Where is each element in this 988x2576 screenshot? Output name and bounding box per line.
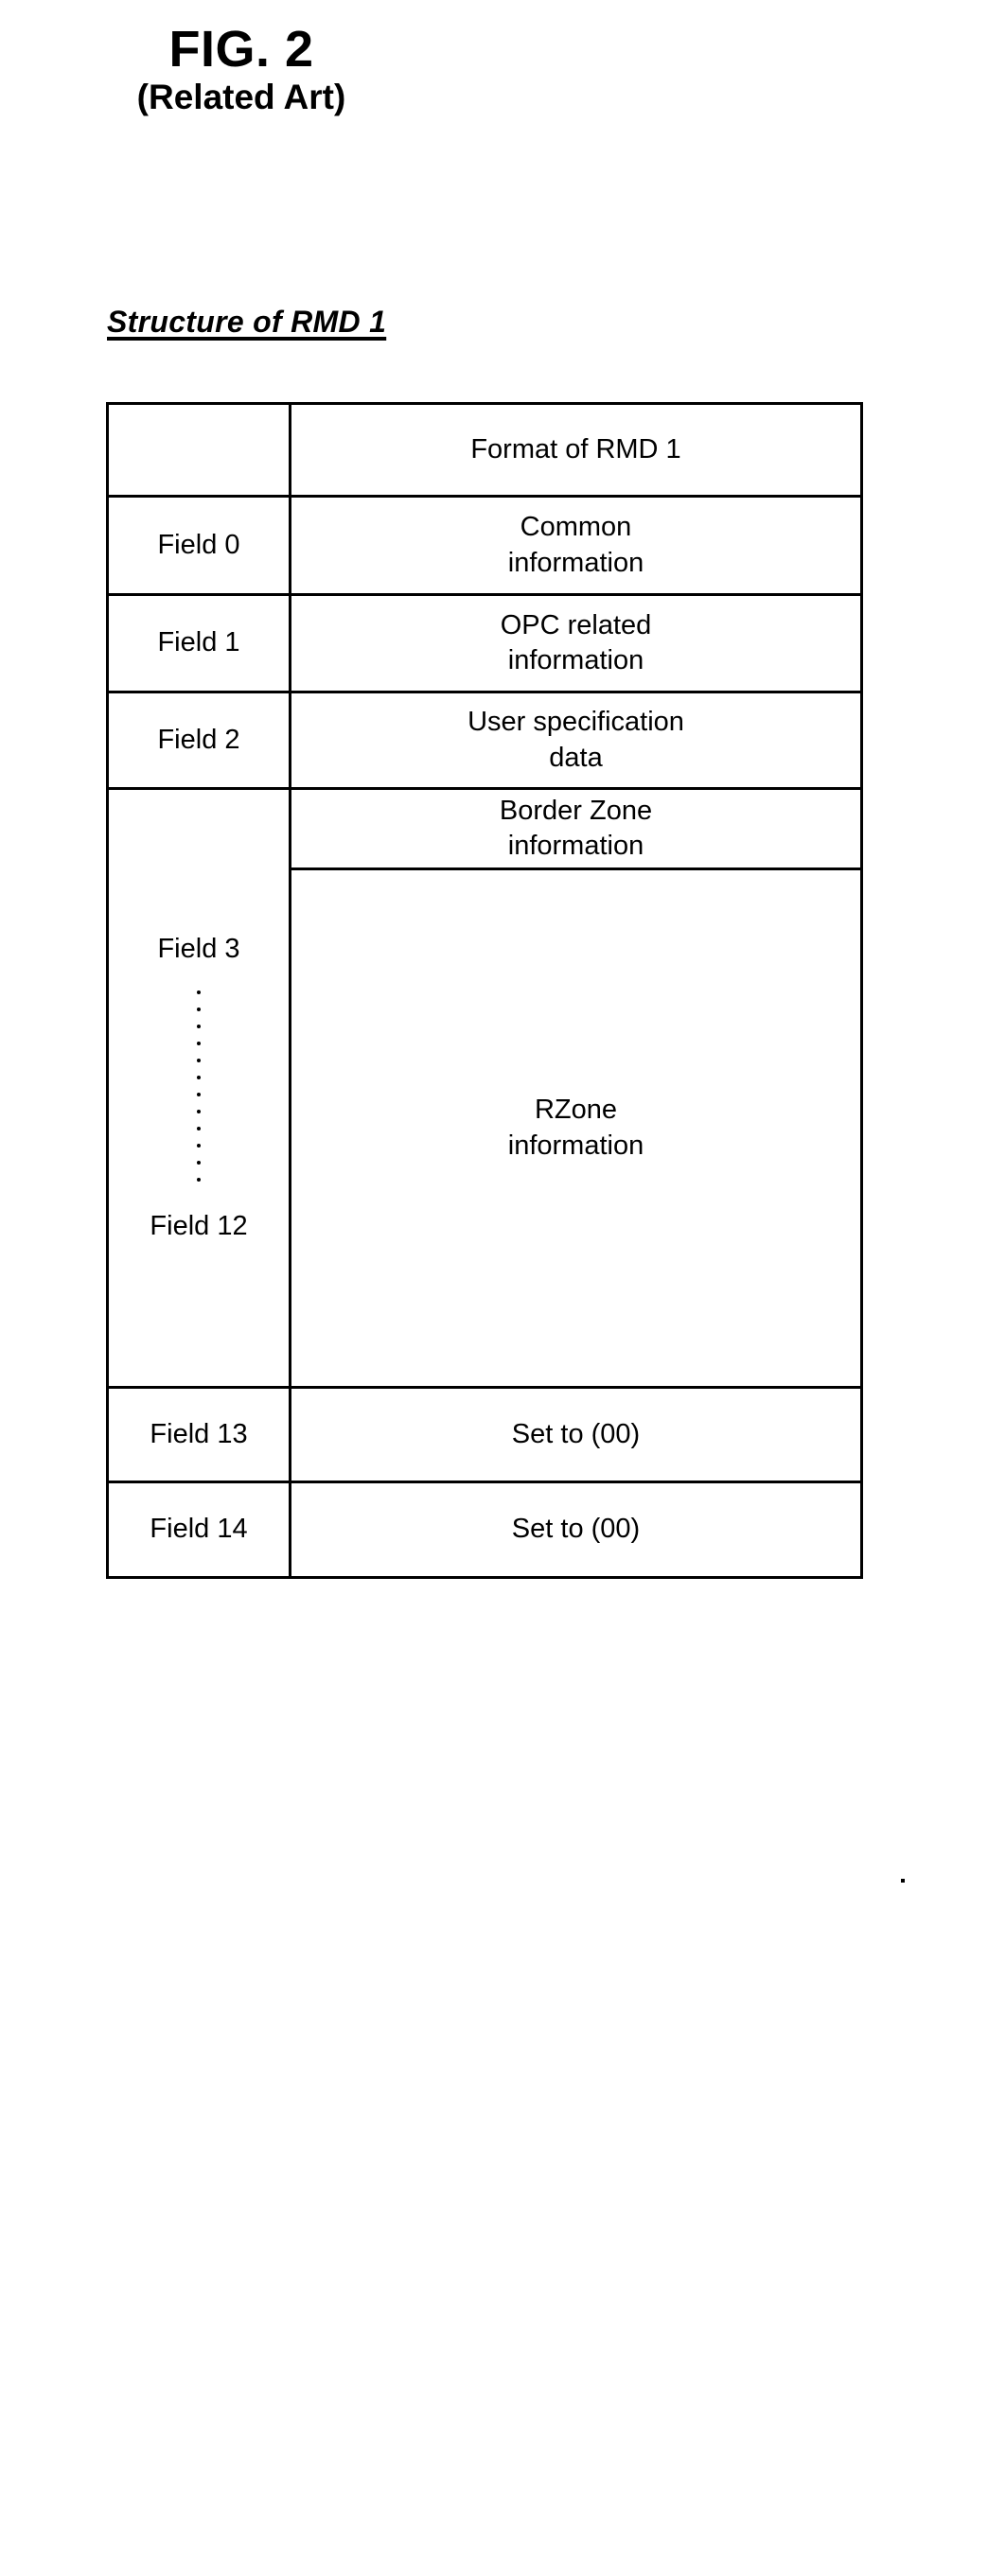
- field-value: Border Zone information: [499, 795, 653, 861]
- ink-speck-right: [901, 1879, 905, 1883]
- field-value-cell: Set to (00): [289, 1481, 863, 1579]
- field-value-cell: RZone information: [289, 867, 863, 1389]
- figure-page: FIG. 2 (Related Art) Structure of RMD 1 …: [0, 0, 988, 2576]
- field-value: User specification data: [468, 707, 684, 773]
- field-range-cell: Field 3 Field 12: [106, 787, 291, 1389]
- field-value-cell: Format of RMD 1: [289, 402, 863, 498]
- field-label: Field 14: [150, 1514, 248, 1545]
- field-value: Set to (00): [511, 1418, 641, 1449]
- field-value-cell: Border Zone information: [289, 787, 863, 870]
- table-row: Field 2 User specification data: [106, 691, 863, 790]
- table-row: Field 0 Common information: [106, 495, 863, 596]
- table-row: Field 13 Set to (00): [106, 1386, 863, 1483]
- field-value: Format of RMD 1: [470, 433, 681, 464]
- section-caption: Structure of RMD 1: [107, 305, 387, 339]
- field-value: OPC related information: [500, 609, 652, 675]
- field-label-cell: [106, 402, 291, 498]
- field-label-cell: Field 0: [106, 495, 291, 596]
- field-label-cell: Field 2: [106, 691, 291, 790]
- field-range-start-label: Field 3: [157, 934, 240, 965]
- field-value-cell: User specification data: [289, 691, 863, 790]
- field-label: Field 0: [157, 529, 240, 560]
- field-label: Field 2: [157, 724, 240, 755]
- field-label: Field 13: [150, 1418, 248, 1449]
- figure-number: FIG. 2: [168, 21, 314, 78]
- field-value-cell: Common information: [289, 495, 863, 596]
- rmd-structure-table: Format of RMD 1 Field 0 Common informati…: [106, 402, 863, 1579]
- field-label: Field 1: [157, 627, 240, 658]
- field-value: RZone information: [507, 1095, 644, 1161]
- vertical-ellipsis-icon: [197, 990, 201, 1182]
- field-value-cell: OPC related information: [289, 593, 863, 693]
- field-label-cell: Field 1: [106, 593, 291, 693]
- field-label-cell: Field 13: [106, 1386, 291, 1483]
- figure-header: FIG. 2 (Related Art): [0, 23, 483, 116]
- field-label-cell: Field 14: [106, 1481, 291, 1579]
- table-row: Format of RMD 1: [106, 402, 863, 498]
- field-value: Set to (00): [511, 1514, 641, 1545]
- table-row: Field 14 Set to (00): [106, 1481, 863, 1579]
- field-range-end-label: Field 12: [150, 1211, 248, 1241]
- field-range-inner: Field 3 Field 12: [115, 908, 283, 1268]
- table-row: Field 1 OPC related information: [106, 593, 863, 693]
- field-value-cell: Set to (00): [289, 1386, 863, 1483]
- table-row: Field 3 Field 12 Border Zone information: [106, 787, 863, 1389]
- figure-subtitle: (Related Art): [136, 77, 346, 116]
- field-value: Common information: [507, 512, 644, 578]
